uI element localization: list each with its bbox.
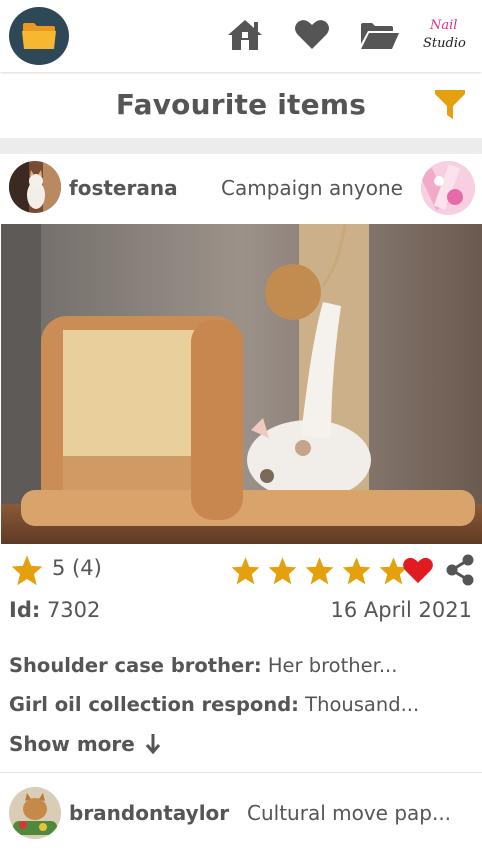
campaign-avatar[interactable]: [421, 161, 475, 215]
card-divider: [0, 772, 482, 773]
detail-value: Her brother...: [267, 654, 398, 677]
campaign-name[interactable]: Campaign anyone: [221, 176, 403, 200]
detail-row: Shoulder case brother: Her brother...: [9, 654, 397, 677]
star-rating[interactable]: [230, 556, 410, 589]
top-bar: Nail Studio: [0, 0, 482, 72]
detail-value: Thousand...: [305, 693, 420, 716]
detail-label: Shoulder case brother:: [9, 654, 262, 677]
heart-icon[interactable]: [402, 556, 434, 584]
user-avatar[interactable]: [9, 787, 61, 839]
rating-row: 5 (4): [0, 550, 482, 590]
folder-open-icon[interactable]: [360, 22, 400, 50]
star-icon[interactable]: [304, 556, 335, 585]
filter-icon[interactable]: [433, 88, 467, 122]
section-gap: [0, 138, 482, 154]
campaign-name[interactable]: Cultural move pap...: [247, 801, 451, 825]
star-icon: [11, 555, 43, 586]
star-icon[interactable]: [267, 556, 298, 585]
home-icon[interactable]: [226, 18, 264, 52]
star-icon[interactable]: [341, 556, 372, 585]
nail-studio-logo[interactable]: Nail Studio: [420, 14, 468, 56]
card-header: fosterana Campaign anyone: [0, 155, 482, 223]
username[interactable]: brandontaylor: [69, 801, 229, 825]
user-avatar[interactable]: [9, 161, 61, 213]
folder-icon: [22, 23, 56, 49]
heart-icon[interactable]: [294, 18, 330, 50]
page-title: Favourite items: [115, 88, 367, 121]
page-header: Favourite items: [0, 74, 482, 138]
item-date: 16 April 2021: [330, 598, 472, 622]
id-value: 7302: [46, 598, 101, 622]
show-more-label: Show more: [9, 732, 135, 756]
svg-text:Nail: Nail: [429, 18, 457, 33]
detail-row: Girl oil collection respond: Thousand...: [9, 693, 419, 716]
arrow-down-icon: [145, 734, 160, 755]
app-logo[interactable]: [9, 7, 69, 65]
show-more-button[interactable]: Show more: [9, 732, 161, 756]
star-icon[interactable]: [230, 556, 261, 585]
svg-text:Studio: Studio: [423, 36, 466, 51]
rating-summary: 5 (4): [52, 556, 102, 580]
id-label: Id:: [9, 598, 41, 622]
item-id: Id: 7302: [9, 598, 100, 622]
item-photo[interactable]: [1, 224, 482, 544]
detail-label: Girl oil collection respond:: [9, 693, 299, 716]
share-icon[interactable]: [445, 554, 475, 586]
username[interactable]: fosterana: [69, 176, 178, 200]
